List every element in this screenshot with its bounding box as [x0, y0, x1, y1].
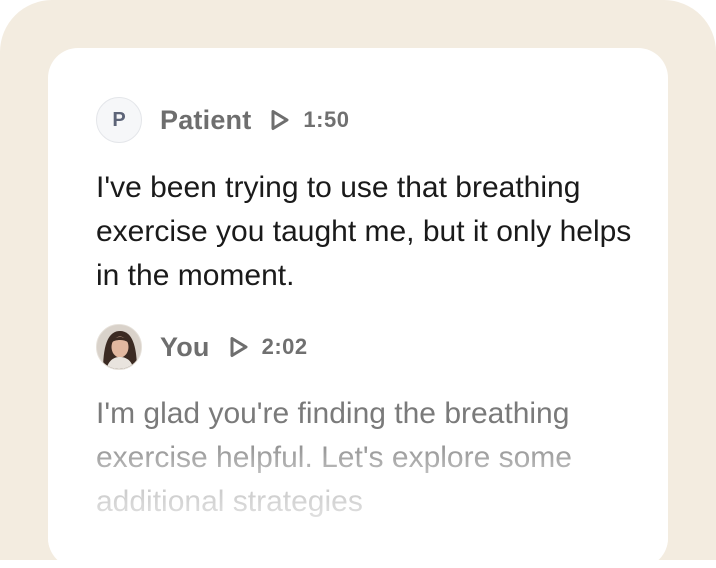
play-icon[interactable] [269, 108, 291, 132]
message-header: You 2:02 [96, 323, 638, 371]
user-photo-avatar [96, 324, 142, 370]
message-text: I've been trying to use that breathing e… [96, 171, 632, 292]
avatar-initial: P [112, 108, 126, 131]
sender-name: Patient [160, 104, 252, 135]
sender-name: You [160, 331, 210, 362]
portrait-icon [97, 325, 141, 369]
message-header: P Patient 1:50 [96, 96, 638, 144]
transcript-message-patient: P Patient 1:50 I've been trying to use t… [96, 96, 638, 298]
message-timestamp[interactable]: 1:50 [303, 107, 349, 133]
patient-avatar: P [96, 97, 142, 143]
page-background: P Patient 1:50 I've been trying to use t… [0, 0, 716, 568]
transcript-card: P Patient 1:50 I've been trying to use t… [48, 48, 668, 568]
transcript-message-you: You 2:02 I'm glad you're finding the bre… [96, 323, 638, 524]
message-text: I'm glad you're finding the breathing ex… [96, 397, 572, 518]
play-icon[interactable] [228, 335, 250, 359]
message-timestamp[interactable]: 2:02 [262, 334, 308, 360]
